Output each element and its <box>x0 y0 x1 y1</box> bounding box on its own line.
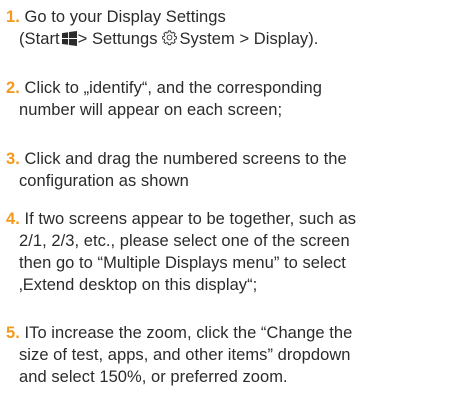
step-1-line-1: 1. Go to your Display Settings <box>6 6 454 28</box>
step-4: 4. If two screens appear to be together,… <box>6 208 454 296</box>
step-1-settings-text: > Settungs <box>77 30 158 48</box>
step-5-line-3: and select 150%, or preferred zoom. <box>19 368 288 386</box>
windows-logo-icon <box>61 31 77 46</box>
step-4-line-4: ‚Extend desktop on this display“; <box>19 276 258 294</box>
step-3-number: 3. <box>6 150 20 168</box>
step-4-line-2: 2/1, 2/3, etc., please select one of the… <box>19 232 350 250</box>
step-1-number: 1. <box>6 8 20 26</box>
step-3: 3. Click and drag the numbered screens t… <box>6 148 454 192</box>
step-2-line-2: number will appear on each screen; <box>19 101 283 119</box>
step-4-line-3: then go to “Multiple Displays menu” to s… <box>19 254 346 272</box>
step-2: 2. Click to „identify“, and the correspo… <box>6 77 454 121</box>
step-1-system-text: System > Display). <box>179 30 319 48</box>
step-2-text-1: Click to „identify“, and the correspondi… <box>24 79 322 97</box>
step-5: 5. ITo increase the zoom, click the “Cha… <box>6 322 454 388</box>
step-4-line-1: 4. If two screens appear to be together,… <box>6 208 454 230</box>
step-5-number: 5. <box>6 324 20 342</box>
instructions-document: 1. Go to your Display Settings (Start > S… <box>0 0 462 406</box>
step-2-number: 2. <box>6 79 20 97</box>
step-1-start-text: (Start <box>19 30 60 48</box>
step-5-line-2: size of test, apps, and other items” dro… <box>19 346 351 364</box>
step-1: 1. Go to your Display Settings (Start > S… <box>6 6 454 50</box>
step-3-line-1: 3. Click and drag the numbered screens t… <box>6 148 454 170</box>
gear-icon <box>161 30 177 46</box>
step-3-text-1: Click and drag the numbered screens to t… <box>24 150 347 168</box>
step-5-text-1: ITo increase the zoom, click the “Change… <box>24 324 353 342</box>
step-1-text: Go to your Display Settings <box>24 8 226 26</box>
step-5-line-1: 5. ITo increase the zoom, click the “Cha… <box>6 322 454 344</box>
step-4-text-1: If two screens appear to be together, su… <box>24 210 357 228</box>
step-1-line-2: (Start > Settungs System > Display). <box>6 28 454 50</box>
step-3-line-2: configuration as shown <box>19 172 189 190</box>
step-2-line-1: 2. Click to „identify“, and the correspo… <box>6 77 454 99</box>
step-4-number: 4. <box>6 210 20 228</box>
